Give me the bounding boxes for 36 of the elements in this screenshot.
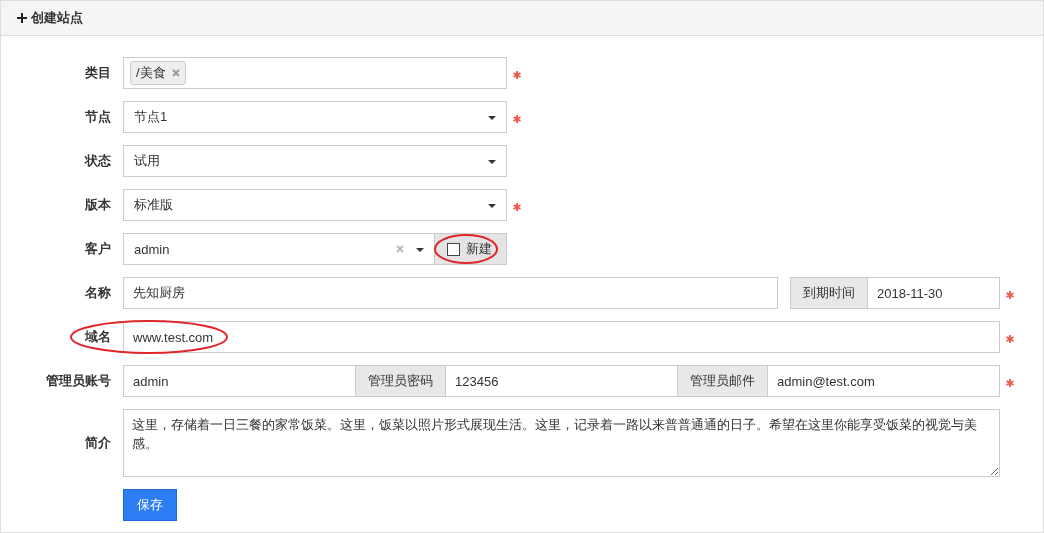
panel-title: 创建站点 — [31, 9, 83, 27]
select-field[interactable]: admin — [123, 233, 435, 265]
text-field[interactable]: 2018-11-30 — [867, 277, 1000, 309]
tag-text: /美食 — [136, 64, 166, 82]
text-field[interactable]: 先知厨房 — [123, 277, 778, 309]
save-button[interactable]: 保存 — [123, 489, 177, 521]
field-label: 客户 — [84, 240, 112, 258]
plus-icon — [17, 13, 27, 23]
select-field[interactable]: 节点1 — [123, 101, 507, 133]
field-label: 管理员账号 — [45, 372, 112, 390]
field-label: 名称 — [84, 284, 112, 302]
field-label: 类目 — [84, 64, 112, 82]
checkbox[interactable] — [447, 242, 460, 256]
input-addon: 管理员密码 — [356, 365, 445, 397]
field-label: 域名 — [83, 328, 112, 346]
remove-icon[interactable] — [171, 69, 180, 77]
caret-icon — [488, 116, 496, 120]
field-label: 状态 — [83, 152, 112, 170]
input-addon: 管理员邮件 — [678, 365, 767, 397]
clear-icon[interactable] — [396, 245, 404, 253]
category-field[interactable]: /美食 — [123, 57, 507, 89]
select-field[interactable]: 试用 — [123, 145, 507, 177]
field-label: 节点 — [84, 108, 112, 126]
description-field[interactable]: 这里，存储着一日三餐的家常饭菜。这里，饭菜以照片形式展现生活。这里，记录着一路以来普普通通的日子。希望在这里你能享受饭菜的视觉与美感。 — [123, 409, 1000, 477]
caret-icon — [488, 160, 496, 164]
text-field[interactable]: admin@test.com — [767, 365, 1000, 397]
text-field[interactable]: www.test.com — [123, 321, 1000, 353]
checkbox-label: 新建 — [466, 240, 492, 258]
field-label: 简介 — [84, 434, 112, 452]
text-field[interactable]: admin — [123, 365, 356, 397]
text-field[interactable]: 123456 — [445, 365, 678, 397]
select-field[interactable]: 标准版 — [123, 189, 507, 221]
caret-icon — [488, 204, 496, 208]
input-addon: 到期时间 — [790, 277, 867, 309]
caret-icon — [416, 248, 424, 252]
field-label: 版本 — [84, 196, 112, 214]
